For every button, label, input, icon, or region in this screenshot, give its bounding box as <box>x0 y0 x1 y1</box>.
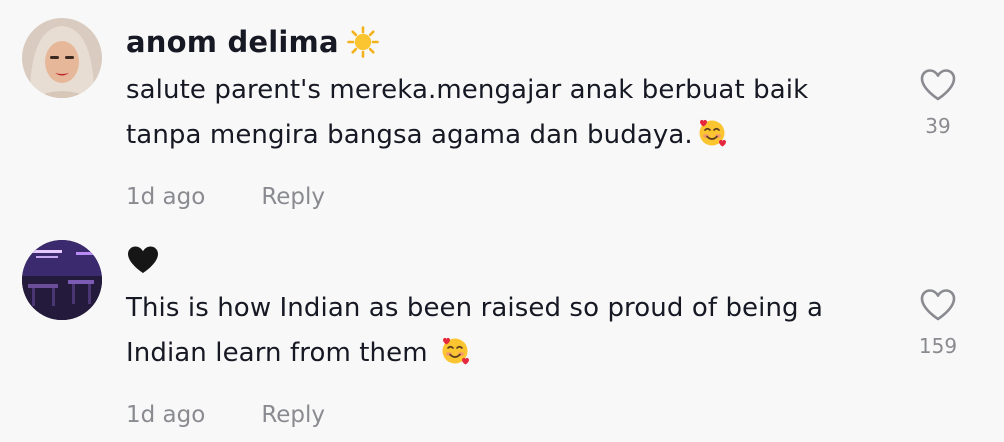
smiling-face-with-hearts-icon <box>442 337 470 365</box>
black-heart-icon <box>128 246 158 273</box>
comment-timestamp: 1d ago <box>126 184 206 210</box>
comment-list: anom delima salute parent's mereka.menga… <box>0 0 1004 442</box>
comment-body: anom delima salute parent's mereka.menga… <box>126 22 884 212</box>
comment-text-content: This is how Indian as been raised so pro… <box>126 293 824 368</box>
comment-text: This is how Indian as been raised so pro… <box>126 286 884 376</box>
like-control: 39 <box>918 68 958 138</box>
sun-icon <box>346 26 379 58</box>
heart-outline-icon[interactable] <box>919 288 957 322</box>
comment-item: anom delima salute parent's mereka.menga… <box>0 0 1004 222</box>
username-row: anom delima <box>126 22 884 62</box>
avatar[interactable] <box>22 18 102 98</box>
like-control: 159 <box>918 288 958 358</box>
reply-button[interactable]: Reply <box>261 402 325 428</box>
comment-timestamp: 1d ago <box>126 402 206 428</box>
like-count: 39 <box>925 114 951 138</box>
like-count: 159 <box>918 334 958 358</box>
comment-item: This is how Indian as been raised so pro… <box>0 222 1004 442</box>
reply-button[interactable]: Reply <box>261 184 325 210</box>
avatar[interactable] <box>22 240 102 320</box>
username-row <box>126 240 884 280</box>
comment-meta: 1d ago Reply <box>126 400 884 430</box>
comment-text: salute parent's mereka.mengajar anak ber… <box>126 68 884 158</box>
smiling-face-with-hearts-icon <box>699 119 726 147</box>
comment-body: This is how Indian as been raised so pro… <box>126 240 884 430</box>
heart-outline-icon[interactable] <box>919 68 957 102</box>
comment-meta: 1d ago Reply <box>126 182 884 212</box>
username[interactable]: anom delima <box>126 22 339 62</box>
